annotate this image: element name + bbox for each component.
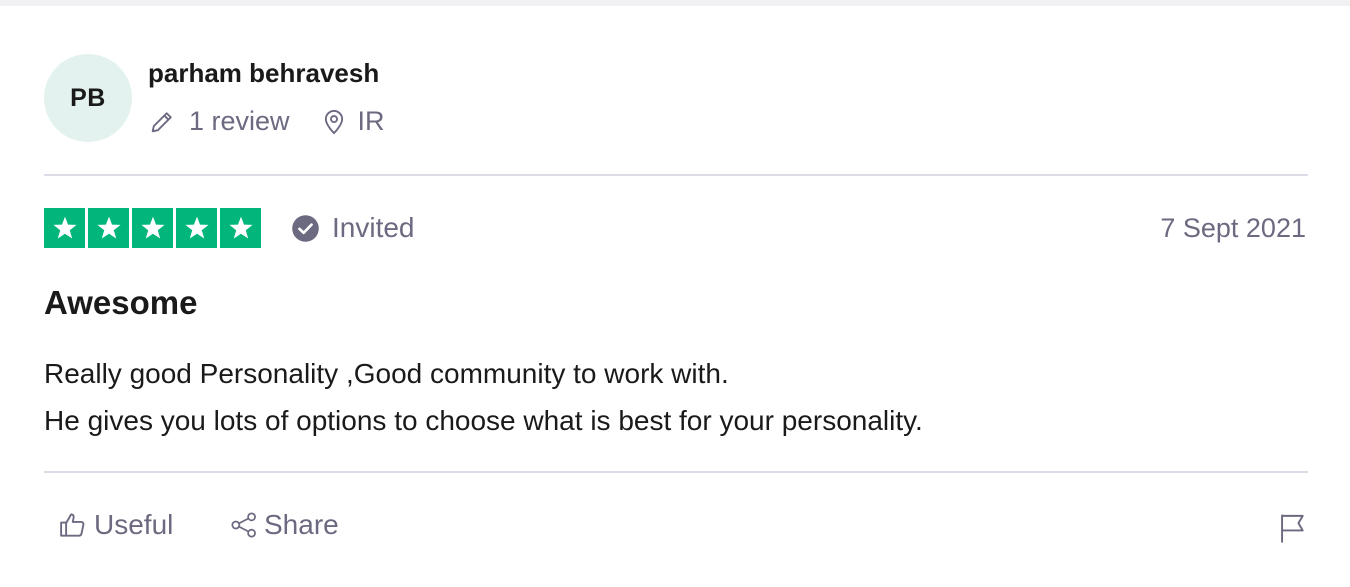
star-icon — [52, 216, 77, 239]
useful-label: Useful — [94, 509, 174, 540]
star-box — [132, 208, 173, 248]
header-divider — [44, 174, 1308, 176]
star-box — [44, 208, 85, 248]
star-box — [88, 208, 129, 248]
flag-icon[interactable] — [1278, 511, 1308, 545]
review-body: Really good Personality ,Good community … — [44, 350, 923, 444]
location-pin-icon — [324, 109, 343, 134]
star-icon — [96, 216, 121, 239]
star-icon — [228, 216, 253, 239]
star-icon — [184, 216, 209, 239]
review-body-line: Really good Personality ,Good community … — [44, 358, 729, 389]
review-date: 7 Sept 2021 — [1160, 213, 1306, 243]
footer-divider — [44, 471, 1308, 473]
invited-label: Invited — [332, 212, 415, 243]
review-title[interactable]: Awesome — [44, 284, 197, 322]
check-circle-icon — [292, 214, 319, 242]
share-icon — [231, 512, 256, 538]
thumbs-up-icon — [60, 513, 85, 537]
share-button[interactable]: Share — [230, 509, 339, 541]
invited-badge[interactable]: Invited — [291, 212, 415, 244]
share-label: Share — [264, 509, 339, 540]
reviewer-country: IR — [357, 106, 385, 136]
star-box — [176, 208, 217, 248]
star-icon — [140, 216, 165, 239]
star-rating — [44, 208, 261, 248]
reviewer-name[interactable]: parham behravesh — [148, 58, 379, 89]
pencil-icon — [151, 111, 172, 132]
review-count[interactable]: 1 review — [189, 106, 290, 137]
review-body-line: He gives you lots of options to choose w… — [44, 405, 923, 436]
review-card: PB parham behravesh 1 review IR Invited … — [0, 6, 1350, 587]
reviewer-meta: 1 review IR — [148, 106, 385, 137]
avatar[interactable]: PB — [44, 54, 132, 142]
star-box — [220, 208, 261, 248]
useful-button[interactable]: Useful — [58, 509, 173, 541]
